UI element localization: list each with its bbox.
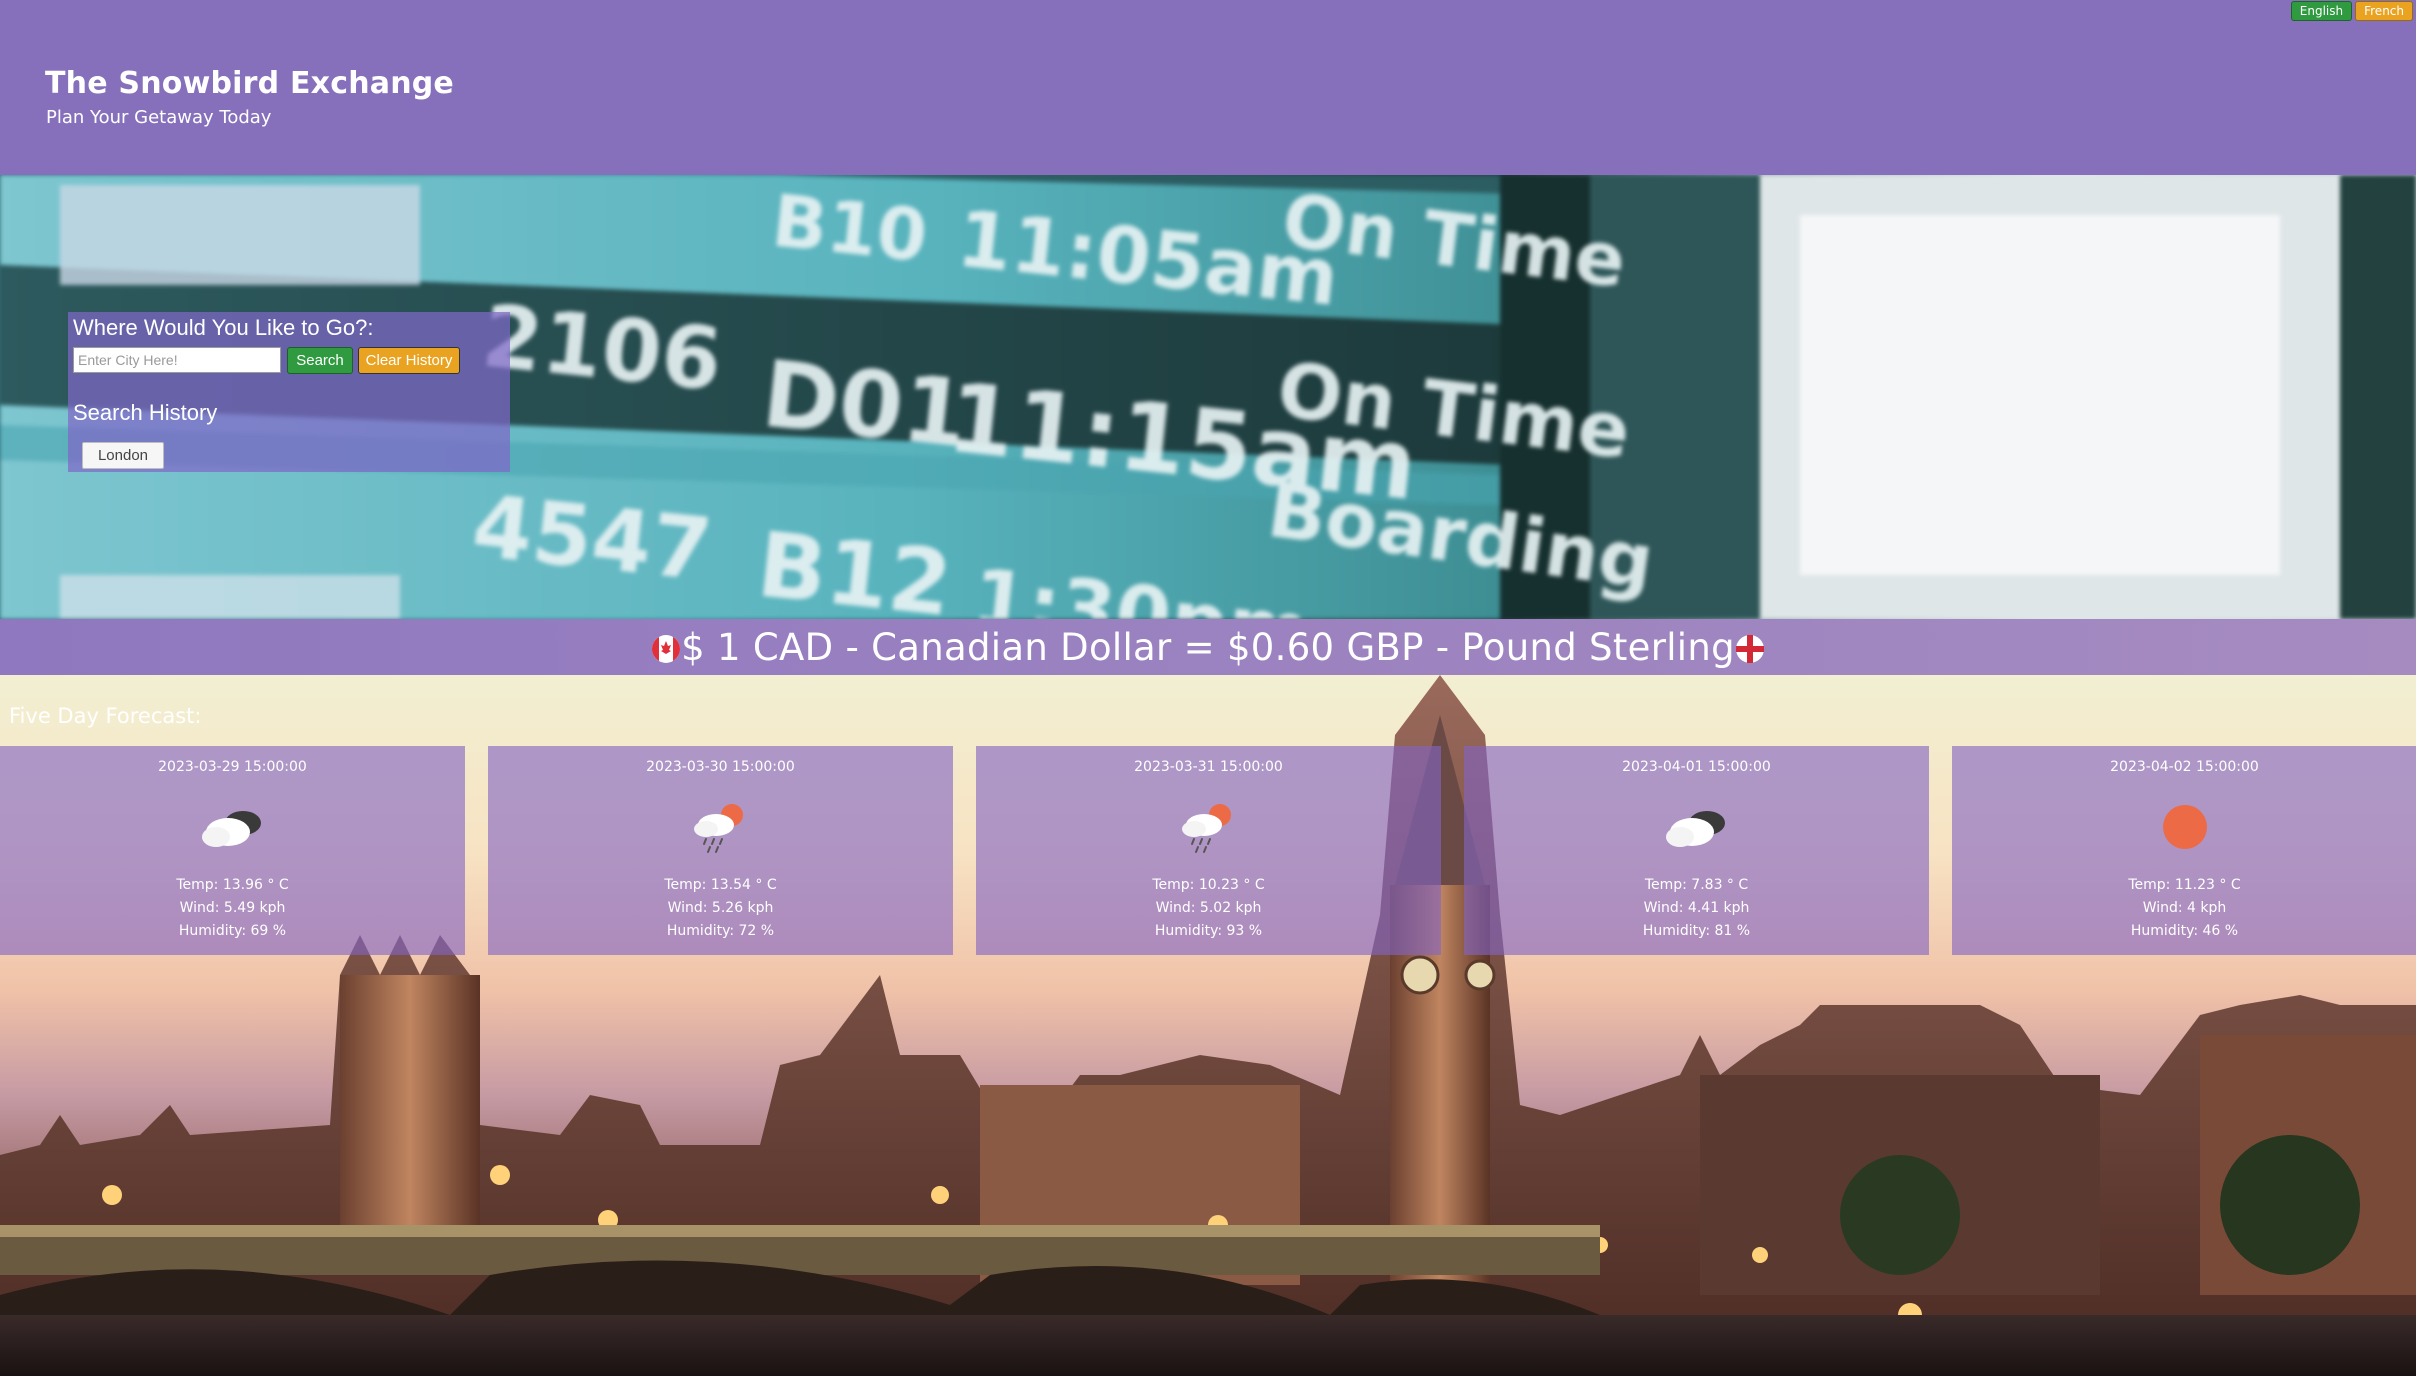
rain-sun-icon (1181, 804, 1231, 853)
forecast-card: 2023-03-29 15:00:00 Temp: 13.96 ° C Wind… (0, 746, 465, 955)
sun-icon (2162, 805, 2207, 849)
forecast-humidity: Humidity: 46 % (2130, 923, 2239, 939)
clear-history-button[interactable]: Clear History (358, 347, 460, 374)
canada-flag-icon (652, 635, 681, 663)
language-switch: English French (2290, 1, 2413, 21)
forecast-temp: Temp: 13.54 ° C (664, 877, 777, 893)
search-panel: Where Would You Like to Go?: Search Clea… (68, 312, 510, 472)
site-header: The Snowbird Exchange Plan Your Getaway … (0, 0, 2416, 175)
forecast-date: 2023-04-01 15:00:00 (1622, 759, 1771, 775)
search-heading: Where Would You Like to Go?: (73, 315, 374, 340)
page: The Snowbird Exchange Plan Your Getaway … (0, 0, 2416, 1376)
hero-flight-board: B10 11:05am On Time 2106 D01 11:15am On … (0, 175, 2416, 619)
exchange-rate-line: $ 1 CAD - Canadian Dollar = $0.60 GBP - … (651, 626, 1765, 669)
forecast-temp: Temp: 7.83 ° C (1644, 877, 1749, 893)
forecast-wind: Wind: 4 kph (2142, 900, 2227, 916)
site-title: The Snowbird Exchange (45, 66, 454, 101)
forecast-humidity: Humidity: 81 % (1642, 923, 1751, 939)
forecast-wind: Wind: 5.02 kph (1155, 900, 1262, 916)
forecast-card: 2023-03-30 15:00:00 Temp: 13.54 ° C Wind… (488, 746, 953, 955)
forecast-wind: Wind: 4.41 kph (1643, 900, 1750, 916)
search-history-heading: Search History (73, 400, 218, 425)
language-french-button[interactable]: French (2355, 1, 2413, 21)
forecast-card: 2023-04-02 15:00:00 Temp: 11.23 ° C Wind… (1952, 746, 2416, 955)
dark-cloud-icon (201, 811, 261, 847)
forecast-temp: Temp: 13.96 ° C (176, 877, 289, 893)
language-english-button[interactable]: English (2290, 1, 2353, 21)
forecast-date: 2023-03-31 15:00:00 (1134, 759, 1283, 775)
forecast-card: 2023-04-01 15:00:00 Temp: 7.83 ° C Wind:… (1464, 746, 1929, 955)
forecast-humidity: Humidity: 93 % (1154, 923, 1263, 939)
forecast-card: 2023-03-31 15:00:00 Temp: 10.23 ° C Wind… (976, 746, 1441, 955)
search-button[interactable]: Search (287, 347, 353, 374)
forecast-section: Five Day Forecast: 2023-03-29 15:00:00 T… (0, 675, 2416, 1376)
svg-text:B10: B10 (768, 178, 931, 278)
site-tagline: Plan Your Getaway Today (46, 107, 272, 128)
forecast-wind: Wind: 5.26 kph (667, 900, 774, 916)
forecast-date: 2023-03-30 15:00:00 (646, 759, 795, 775)
exchange-rate-text: $ 1 CAD - Canadian Dollar = $0.60 GBP - … (681, 625, 1735, 669)
forecast-humidity: Humidity: 72 % (666, 923, 775, 939)
forecast-humidity: Humidity: 69 % (178, 923, 287, 939)
forecast-date: 2023-04-02 15:00:00 (2110, 759, 2259, 775)
forecast-date: 2023-03-29 15:00:00 (158, 759, 307, 775)
england-flag-icon (1735, 635, 1764, 663)
rain-sun-icon (693, 804, 743, 853)
city-search-input[interactable] (73, 347, 281, 373)
forecast-temp: Temp: 11.23 ° C (2128, 877, 2241, 893)
forecast-temp: Temp: 10.23 ° C (1152, 877, 1265, 893)
forecast-wind: Wind: 5.49 kph (179, 900, 286, 916)
exchange-rate-bar: $ 1 CAD - Canadian Dollar = $0.60 GBP - … (0, 619, 2416, 675)
history-item-london[interactable]: London (82, 442, 164, 469)
dark-cloud-icon (1665, 811, 1725, 847)
svg-text:D01: D01 (758, 340, 972, 468)
forecast-heading: Five Day Forecast: (9, 704, 202, 728)
